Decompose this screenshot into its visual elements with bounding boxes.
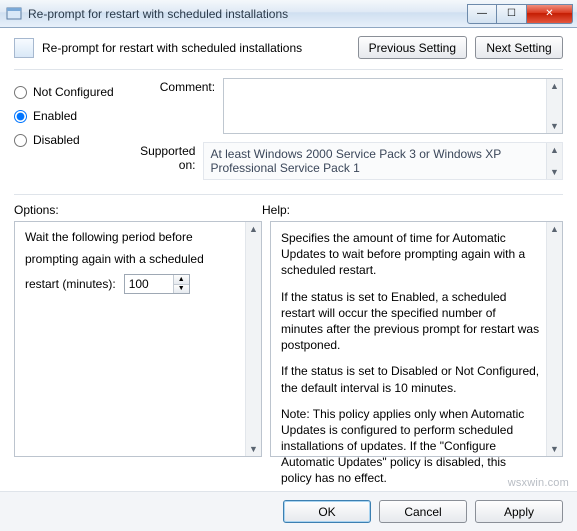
window-title: Re-prompt for restart with scheduled ins…: [28, 7, 288, 21]
scroll-up-icon[interactable]: ▲: [550, 143, 559, 157]
scroll-down-icon[interactable]: ▼: [550, 119, 559, 133]
scroll-up-icon[interactable]: ▲: [550, 222, 559, 236]
restart-minutes-stepper[interactable]: ▲ ▼: [124, 274, 190, 294]
options-panel: Wait the following period before prompti…: [14, 221, 262, 457]
titlebar[interactable]: Re-prompt for restart with scheduled ins…: [0, 0, 577, 28]
radio-label: Enabled: [33, 109, 77, 123]
previous-setting-button[interactable]: Previous Setting: [358, 36, 467, 59]
restart-minutes-label: restart (minutes):: [25, 277, 116, 291]
divider: [14, 194, 563, 195]
option-text: prompting again with a scheduled: [25, 252, 251, 266]
help-panel: Specifies the amount of time for Automat…: [270, 221, 563, 457]
help-paragraph: If the status is set to Enabled, a sched…: [281, 289, 540, 354]
supported-on-label: Supported on:: [137, 142, 195, 172]
radio-enabled-input[interactable]: [14, 110, 27, 123]
close-button[interactable]: ✕: [527, 4, 573, 24]
help-label: Help:: [262, 203, 290, 217]
ok-button[interactable]: OK: [283, 500, 371, 523]
scrollbar[interactable]: ▲ ▼: [546, 222, 562, 456]
comment-input[interactable]: ▲ ▼: [223, 78, 563, 134]
help-paragraph: Note: This policy applies only when Auto…: [281, 406, 540, 487]
radio-not-configured[interactable]: Not Configured: [14, 80, 127, 104]
divider: [14, 69, 563, 70]
help-paragraph: Specifies the amount of time for Automat…: [281, 230, 540, 279]
radio-label: Disabled: [33, 133, 80, 147]
radio-label: Not Configured: [33, 85, 114, 99]
footer: OK Cancel Apply: [0, 491, 577, 531]
spin-up-button[interactable]: ▲: [174, 275, 189, 285]
scroll-up-icon[interactable]: ▲: [550, 79, 559, 93]
radio-enabled[interactable]: Enabled: [14, 104, 127, 128]
scroll-down-icon[interactable]: ▼: [550, 442, 559, 456]
scrollbar[interactable]: ▲ ▼: [546, 143, 562, 179]
minimize-button[interactable]: —: [467, 4, 497, 24]
page-title: Re-prompt for restart with scheduled ins…: [42, 41, 302, 55]
help-paragraph: If the status is set to Disabled or Not …: [281, 363, 540, 395]
radio-disabled-input[interactable]: [14, 134, 27, 147]
scrollbar[interactable]: ▲ ▼: [245, 222, 261, 456]
window-controls: — ☐ ✕: [467, 4, 573, 24]
restart-minutes-input[interactable]: [125, 275, 173, 293]
radio-not-configured-input[interactable]: [14, 86, 27, 99]
radio-disabled[interactable]: Disabled: [14, 128, 127, 152]
scroll-down-icon[interactable]: ▼: [550, 165, 559, 179]
scroll-down-icon[interactable]: ▼: [249, 442, 258, 456]
apply-button[interactable]: Apply: [475, 500, 563, 523]
state-radio-group: Not Configured Enabled Disabled: [14, 78, 127, 188]
cancel-button[interactable]: Cancel: [379, 500, 467, 523]
watermark: wsxwin.com: [508, 477, 569, 489]
scroll-up-icon[interactable]: ▲: [249, 222, 258, 236]
spin-down-button[interactable]: ▼: [174, 285, 189, 294]
header-row: Re-prompt for restart with scheduled ins…: [14, 36, 563, 59]
app-icon: [6, 6, 22, 22]
options-label: Options:: [14, 203, 262, 217]
option-text: Wait the following period before: [25, 230, 251, 244]
supported-on-value: At least Windows 2000 Service Pack 3 or …: [203, 142, 563, 180]
comment-label: Comment:: [137, 78, 215, 94]
next-setting-button[interactable]: Next Setting: [475, 36, 563, 59]
scrollbar[interactable]: ▲ ▼: [546, 79, 562, 133]
policy-icon: [14, 38, 34, 58]
maximize-button[interactable]: ☐: [497, 4, 527, 24]
